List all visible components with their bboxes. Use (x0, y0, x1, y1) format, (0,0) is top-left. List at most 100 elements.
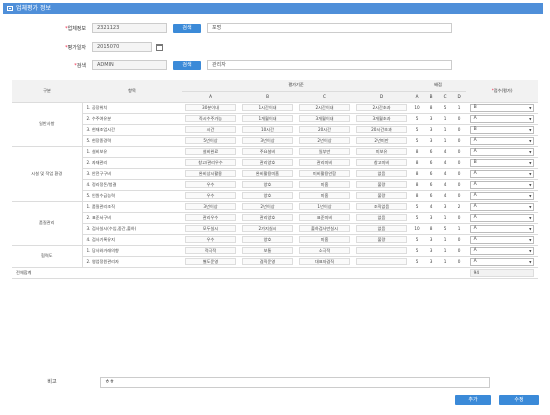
criteria-cell: 불량 (355, 181, 408, 188)
table-row: 일반사항 1. 공장위치 30분이내 1시간이내 2시간이내 2시간초과 10 8 5 1 B (12, 102, 539, 147)
criteria-cell: 3년이상 (241, 137, 294, 144)
title-bar: 업체평가 정보 (3, 3, 543, 14)
weight-cell: 1 (438, 256, 453, 268)
score-select[interactable]: A (469, 246, 535, 255)
score-select[interactable]: A (469, 224, 535, 233)
criteria-cell: 보통 (241, 247, 294, 254)
crit-b: B (239, 91, 296, 103)
weight-cell: 3 (424, 124, 439, 136)
weight-cell: 5 (410, 245, 425, 257)
col-group: 구분 (12, 80, 82, 103)
score-select[interactable]: A (469, 257, 535, 266)
table-row: 5. 인원수급능력 우수 양호 미흡 불량 8 6 4 0 A (12, 190, 539, 202)
crit-d: D (353, 91, 411, 103)
weight-cell: 10 (410, 102, 425, 114)
item-label: 2. 표준서구비 (82, 212, 182, 224)
criteria-cell: 일부만 (298, 148, 351, 155)
item-label: 1. 당사와거래의향 (82, 245, 182, 257)
company-code-field[interactable]: 2321123 (92, 23, 167, 33)
date-label: 평가일자 (67, 44, 86, 51)
score-select[interactable]: A (469, 235, 535, 244)
window-icon (7, 6, 13, 11)
criteria-cell: 조직없음 (355, 203, 408, 210)
criteria-cell: 불량 (355, 192, 408, 199)
weight-cell: 2 (452, 201, 467, 213)
score-select[interactable]: B (469, 158, 535, 167)
criteria-cell: 30분이내 (184, 104, 237, 111)
criteria-cell: 없음 (355, 170, 408, 177)
company-search-button[interactable]: 검색 (173, 23, 201, 33)
auth-search-button[interactable]: 검색 (173, 60, 201, 70)
criteria-cell: 2가지실시 (241, 225, 294, 232)
criteria-cell: 출하검사만실시 (298, 225, 351, 232)
score-select[interactable]: A (469, 191, 535, 200)
score-select[interactable]: B (469, 125, 535, 134)
score-select[interactable]: A (469, 169, 535, 178)
weight-cell: 3 (424, 256, 439, 268)
group-label: 시설 및 작업 환경 (12, 146, 83, 202)
item-label: 2. 자재관리 (82, 157, 182, 169)
weight-cell: 4 (424, 201, 439, 213)
wt-c: C (438, 91, 453, 103)
evaluation-window: 업체평가 정보 *업체정보 2321123 검색 포멍 *평가일자 201507… (0, 0, 550, 415)
company-name-field[interactable]: 포멍 (207, 23, 452, 33)
criteria-cell: 관리우수 (184, 214, 237, 221)
table-row: 3. 현재조업시간 시간 10시간 20시간 20시간초과 5 3 1 0 B (12, 124, 539, 136)
auth-name-field[interactable]: 관리자 (207, 60, 452, 70)
weight-cell: 0 (452, 179, 467, 191)
item-label: 1. 설비보유 (82, 146, 182, 158)
criteria-cell: 양호 (241, 192, 294, 199)
group-label: 일반사항 (12, 102, 83, 147)
score-select[interactable]: A (469, 180, 535, 189)
table-row: 2. 표준서구비 관리우수 관리양호 표준미비 없음 5 3 1 0 A (12, 212, 539, 224)
score-select[interactable]: A (469, 147, 535, 156)
criteria-cell: 1개월이내 (241, 115, 294, 122)
criteria-cell: 관리양호 (241, 159, 294, 166)
date-field[interactable]: 2015070 (92, 42, 152, 52)
col-item: 항목 (82, 80, 182, 103)
criteria-cell: 10시간 (241, 126, 294, 133)
weight-cell: 5 (410, 256, 425, 268)
criteria-cell: 미흡 (298, 192, 351, 199)
weight-cell: 3 (424, 245, 439, 257)
table-row: 2. 자재관리 창고/관리우수 관리양호 관리미비 창고미비 8 6 4 0 B (12, 157, 539, 169)
criteria-cell: 없음 (355, 214, 408, 221)
crit-c: C (296, 91, 353, 103)
criteria-cell: 대표자겸직 (298, 258, 351, 265)
criteria-cell: 우수 (184, 236, 237, 243)
item-label: 3. 안전구구비 (82, 168, 182, 180)
criteria-cell: 5년이상 (184, 137, 237, 144)
weight-cell: 4 (438, 190, 453, 202)
criteria-cell: 3개월이내 (298, 115, 351, 122)
score-select[interactable]: A (469, 136, 535, 145)
weight-cell: 8 (410, 179, 425, 191)
score-select[interactable]: A (469, 114, 535, 123)
criteria-cell: 별도운영 (184, 258, 237, 265)
weight-cell: 5 (438, 223, 453, 235)
criteria-cell: 양호 (241, 236, 294, 243)
total-score: 94 (469, 268, 535, 277)
criteria-cell: 2년미만 (355, 137, 408, 144)
criteria-cell: 1년이상 (298, 203, 351, 210)
weight-cell: 0 (452, 190, 467, 202)
score-select[interactable]: A (469, 213, 535, 222)
score-select[interactable]: A (469, 202, 535, 211)
criteria-cell: 즉시수주가능 (184, 115, 237, 122)
add-button[interactable]: 추가 (455, 395, 491, 405)
edit-button[interactable]: 수정 (499, 395, 539, 405)
score-select[interactable]: B (469, 103, 535, 112)
note-field[interactable]: ㅎㅎ (100, 377, 490, 388)
table-row: 3. 안전구구비 완비상시활용 완비활용미흡 미비활용안함 없음 8 6 4 0 A (12, 168, 539, 180)
item-label: 2. 영업정원관리자 (82, 256, 182, 268)
col-weight: 배점 (410, 80, 467, 92)
weight-cell: 0 (452, 234, 467, 246)
wt-b: B (424, 91, 439, 103)
auth-id-field[interactable]: ADMIN (92, 60, 167, 70)
criteria-cell: 시간 (184, 126, 237, 133)
criteria-cell (355, 246, 408, 254)
weight-cell: 5 (438, 102, 453, 114)
criteria-cell: 우수 (184, 192, 237, 199)
criteria-cell: 설비완료 (184, 148, 237, 155)
table-row: 시설 및 작업 환경 1. 설비보유 설비완료 주요설비 일부만 미보유 8 6 4 0 A (12, 146, 539, 202)
calendar-icon[interactable] (156, 43, 163, 51)
